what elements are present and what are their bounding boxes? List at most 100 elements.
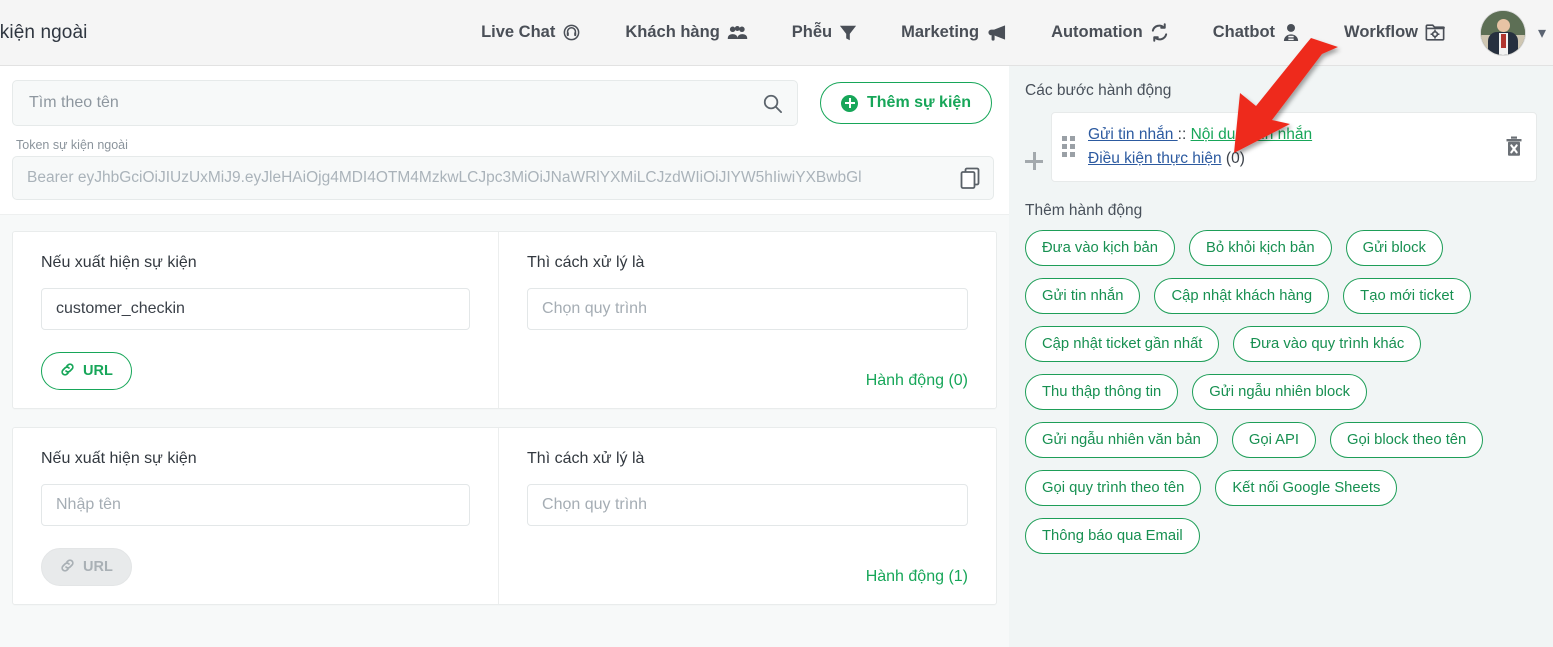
search-box[interactable] (12, 80, 798, 126)
avatar[interactable] (1481, 10, 1525, 55)
avatar-wrapper[interactable] (1467, 10, 1531, 55)
nav-label-automation: Automation (1051, 23, 1143, 41)
chip-cap-nhat-khach-hang[interactable]: Cập nhật khách hàng (1154, 278, 1330, 315)
chip-thu-thap-thong-tin[interactable]: Thu thập thông tin (1025, 374, 1179, 411)
event-card-left: Nếu xuất hiện sự kiện customer_checkin U… (13, 232, 500, 408)
nav-items: Live Chat Khách hàng Phễu Marketing Auto… (459, 0, 1553, 66)
action-count-link[interactable]: Hành động (1) (527, 558, 968, 586)
add-event-label: Thêm sự kiện (867, 94, 972, 111)
app-root: r kiện ngoài Live Chat Khách hàng (0, 0, 1553, 647)
nav-label-khach-hang: Khách hàng (625, 23, 720, 41)
nav-label-live-chat: Live Chat (481, 23, 556, 41)
handle-label: Thì cách xử lý là (527, 254, 645, 271)
add-event-button[interactable]: Thêm sự kiện (820, 82, 993, 124)
action-step-row: Gửi tin nhắn :: Nội dung tin nhắn Điều k… (1025, 112, 1537, 183)
chevron-down-icon[interactable]: ▾ (1531, 23, 1553, 43)
token-value: Bearer eyJhbGciOiJIUzUxMiJ9.eyJleHAiOjg4… (27, 169, 862, 186)
chip-thong-bao-qua-email[interactable]: Thông báo qua Email (1025, 518, 1200, 555)
chip-dua-vao-quy-trinh-khac[interactable]: Đưa vào quy trình khác (1233, 326, 1422, 363)
action-step-card[interactable]: Gửi tin nhắn :: Nội dung tin nhắn Điều k… (1051, 112, 1537, 183)
users-icon (727, 23, 748, 42)
plus-circle-icon (841, 94, 858, 112)
chip-gui-ngau-nhien-block[interactable]: Gửi ngẫu nhiên block (1192, 374, 1367, 411)
chip-ket-noi-google-sheets[interactable]: Kết nối Google Sheets (1215, 470, 1398, 507)
condition-link[interactable]: Điều kiện thực hiện (1088, 150, 1222, 167)
nav-label-chatbot: Chatbot (1212, 23, 1276, 41)
action-steps-title: Các bước hành động (1025, 82, 1172, 99)
chip-cap-nhat-ticket-gan-nhat[interactable]: Cập nhật ticket gần nhất (1025, 326, 1220, 363)
action-separator: :: (1177, 126, 1187, 143)
drag-dot (1062, 136, 1067, 142)
delete-step-icon[interactable] (1504, 135, 1524, 159)
drag-dot (1070, 144, 1075, 150)
nav-item-workflow[interactable]: Workflow (1322, 0, 1467, 66)
nav-item-khach-hang[interactable]: Khách hàng (603, 0, 769, 66)
event-card-left: Nếu xuất hiện sự kiện Nhập tên URL (13, 428, 500, 604)
event-label: Nếu xuất hiện sự kiện (41, 254, 197, 271)
action-step-condition-line: Điều kiện thực hiện (0) (1088, 147, 1524, 171)
search-icon[interactable] (762, 93, 783, 114)
event-name-input[interactable]: customer_checkin (41, 288, 471, 330)
left-panel-header: Thêm sự kiện Token sự kiện ngoài Bearer … (0, 66, 1009, 215)
chip-bo-khoi-kich-ban[interactable]: Bỏ khỏi kịch bản (1189, 230, 1332, 267)
chip-gui-ngau-nhien-van-ban[interactable]: Gửi ngẫu nhiên văn bản (1025, 422, 1218, 459)
event-cards-area: Nếu xuất hiện sự kiện customer_checkin U… (0, 215, 1009, 605)
workflow-gear-icon (1425, 23, 1445, 42)
token-box[interactable]: Bearer eyJhbGciOiJIUzUxMiJ9.eyJleHAiOjg4… (12, 156, 994, 200)
refresh-icon (1150, 23, 1169, 42)
action-name-link[interactable]: Gửi tin nhắn (1088, 126, 1178, 143)
event-card: Nếu xuất hiện sự kiện Nhập tên URL Thì c… (12, 427, 997, 605)
token-label: Token sự kiện ngoài (16, 138, 128, 152)
condition-count: (0) (1225, 150, 1245, 168)
action-step-title-line: Gửi tin nhắn :: Nội dung tin nhắn (1088, 123, 1524, 147)
add-action-title: Thêm hành động (1025, 202, 1143, 220)
chip-gui-tin-nhan[interactable]: Gửi tin nhắn (1025, 278, 1141, 315)
action-step-body: Gửi tin nhắn :: Nội dung tin nhắn Điều k… (1088, 123, 1524, 171)
add-step-icon[interactable] (1025, 152, 1043, 170)
avatar-tie (1500, 34, 1506, 49)
copy-icon[interactable] (957, 164, 983, 192)
nav-label-pheu: Phễu (791, 23, 833, 41)
handle-label: Thì cách xử lý là (527, 450, 645, 467)
headset-icon (562, 23, 581, 42)
top-navigation-bar: r kiện ngoài Live Chat Khách hàng (0, 0, 1553, 66)
nav-item-pheu[interactable]: Phễu (770, 0, 879, 66)
avatar-head (1496, 19, 1510, 33)
chip-tao-moi-ticket[interactable]: Tạo mới ticket (1343, 278, 1471, 315)
chip-goi-quy-trinh-theo-ten[interactable]: Gọi quy trình theo tên (1025, 470, 1202, 507)
chip-goi-api[interactable]: Gọi API (1231, 422, 1316, 459)
event-card: Nếu xuất hiện sự kiện customer_checkin U… (12, 231, 997, 409)
chip-goi-block-theo-ten[interactable]: Gọi block theo tên (1330, 422, 1484, 459)
robot-icon (1282, 23, 1300, 42)
drag-dot (1062, 152, 1067, 158)
drag-dot (1070, 152, 1075, 158)
nav-item-automation[interactable]: Automation (1029, 0, 1191, 66)
nav-item-live-chat[interactable]: Live Chat (459, 0, 603, 66)
chip-dua-vao-kich-ban[interactable]: Đưa vào kịch bản (1025, 230, 1176, 267)
nav-item-chatbot[interactable]: Chatbot (1191, 0, 1322, 66)
search-input[interactable] (27, 93, 762, 113)
event-name-input[interactable]: Nhập tên (41, 484, 471, 526)
left-panel: Thêm sự kiện Token sự kiện ngoài Bearer … (0, 66, 1009, 647)
process-select[interactable]: Chọn quy trình (527, 288, 968, 330)
event-card-right: Thì cách xử lý là Chọn quy trình Hành độ… (499, 428, 996, 604)
megaphone-icon (986, 23, 1007, 42)
nav-item-marketing[interactable]: Marketing (879, 0, 1029, 66)
nav-label-marketing: Marketing (901, 23, 980, 41)
main-content: Thêm sự kiện Token sự kiện ngoài Bearer … (0, 66, 1553, 647)
url-button-label: URL (83, 363, 113, 379)
url-button[interactable]: URL (41, 352, 132, 390)
process-select[interactable]: Chọn quy trình (527, 484, 968, 526)
page-title: r kiện ngoài (0, 21, 88, 43)
drag-handle-icon[interactable] (1062, 136, 1078, 158)
link-icon (60, 362, 75, 381)
nav-label-workflow: Workflow (1344, 23, 1418, 41)
action-count-link[interactable]: Hành động (0) (527, 362, 968, 390)
drag-dot (1070, 136, 1075, 142)
funnel-icon (839, 24, 857, 42)
event-card-right: Thì cách xử lý là Chọn quy trình Hành độ… (499, 232, 996, 408)
chip-gui-block[interactable]: Gửi block (1345, 230, 1443, 267)
action-target-link[interactable]: Nội dung tin nhắn (1191, 126, 1313, 143)
right-panel: Các bước hành động Gửi tin nhắn :: Nội d… (1009, 66, 1553, 647)
search-row: Thêm sự kiện (12, 80, 997, 126)
